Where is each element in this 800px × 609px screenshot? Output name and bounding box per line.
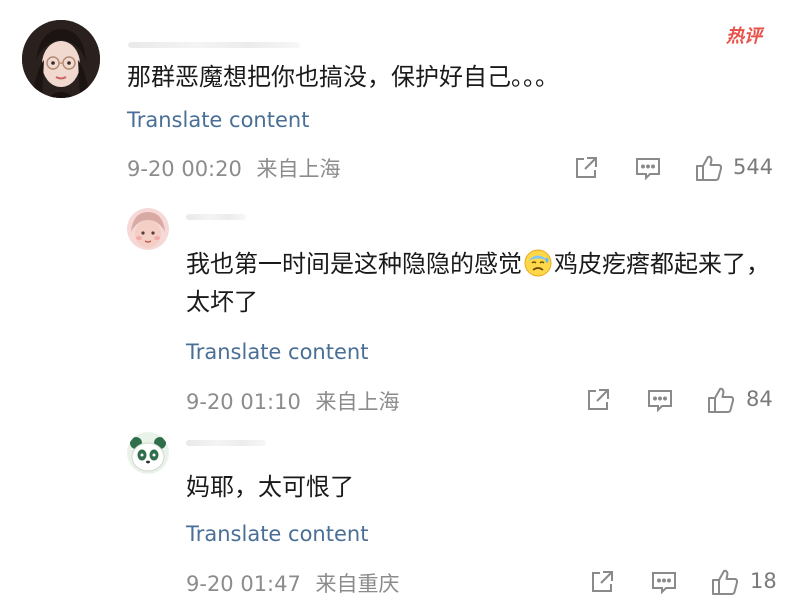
comment-location: 来自上海 xyxy=(315,390,400,414)
comment-time: 9-20 01:10 xyxy=(186,390,301,414)
share-icon[interactable] xyxy=(572,154,602,182)
like-count: 18 xyxy=(750,569,777,593)
avatar[interactable] xyxy=(127,208,169,250)
username-blurred[interactable] xyxy=(186,214,246,220)
reply-comment-icon[interactable] xyxy=(650,568,680,596)
share-icon[interactable] xyxy=(584,386,614,414)
hot-badge-label: 热评 xyxy=(726,26,762,47)
comment-location: 来自重庆 xyxy=(315,572,400,596)
comment-text: 我也第一时间是这种隐隐的感觉 鸡皮疙瘩都起来了，太坏了 xyxy=(186,245,786,321)
avatar[interactable] xyxy=(22,20,100,98)
like-count: 544 xyxy=(733,155,774,179)
like-count: 84 xyxy=(746,387,773,411)
like-icon[interactable] xyxy=(710,567,740,595)
avatar-image xyxy=(127,208,169,250)
translate-link[interactable]: Translate content xyxy=(127,108,309,132)
comment-text-part-1: 我也第一时间是这种隐隐的感觉 xyxy=(186,250,522,278)
translate-link[interactable]: Translate content xyxy=(186,340,368,364)
comment-meta: 9-20 00:20 来自上海 xyxy=(127,153,341,183)
avatar-image xyxy=(127,432,169,474)
hot-comment-badge: 热评 xyxy=(726,22,772,48)
reply-comment-icon[interactable] xyxy=(634,154,664,182)
comment-location: 来自上海 xyxy=(256,157,341,181)
comment-text: 那群恶魔想把你也搞没，保护好自己。。。 xyxy=(127,63,559,91)
cold-sweat-emoji-icon xyxy=(523,248,553,278)
avatar[interactable] xyxy=(127,432,169,474)
reply-comment-icon[interactable] xyxy=(646,386,676,414)
username-blurred[interactable] xyxy=(128,42,300,48)
like-icon[interactable] xyxy=(694,153,724,181)
avatar-image xyxy=(22,20,100,98)
comment-meta: 9-20 01:10 来自上海 xyxy=(186,386,400,416)
comment-text: 妈耶，太可恨了 xyxy=(186,473,354,501)
comment-meta: 9-20 01:47 来自重庆 xyxy=(186,568,400,598)
share-icon[interactable] xyxy=(588,568,618,596)
like-icon[interactable] xyxy=(706,385,736,413)
username-blurred[interactable] xyxy=(186,440,266,446)
comment-time: 9-20 00:20 xyxy=(127,157,242,181)
translate-link[interactable]: Translate content xyxy=(186,522,368,546)
comment-time: 9-20 01:47 xyxy=(186,572,301,596)
